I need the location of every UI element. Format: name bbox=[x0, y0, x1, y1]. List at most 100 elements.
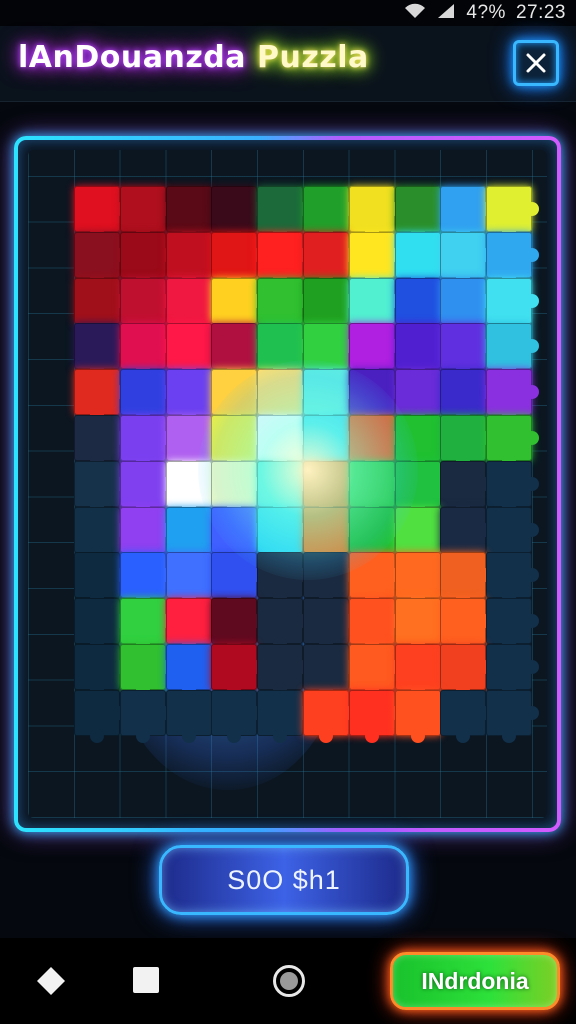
puzzle-piece[interactable] bbox=[486, 186, 540, 239]
close-button[interactable] bbox=[513, 40, 559, 86]
back-diamond-icon[interactable] bbox=[36, 966, 66, 996]
puzzle-piece[interactable] bbox=[486, 277, 540, 331]
puzzle-piece[interactable] bbox=[211, 323, 265, 377]
puzzle-piece[interactable] bbox=[211, 598, 265, 652]
puzzle-piece[interactable] bbox=[486, 369, 540, 423]
puzzle-piece[interactable] bbox=[348, 277, 402, 331]
puzzle-piece[interactable] bbox=[74, 186, 127, 239]
puzzle-piece[interactable] bbox=[257, 689, 311, 743]
puzzle-piece[interactable] bbox=[348, 186, 402, 239]
puzzle-piece[interactable] bbox=[486, 552, 540, 606]
puzzle-piece[interactable] bbox=[211, 689, 265, 743]
puzzle-piece[interactable] bbox=[165, 552, 219, 606]
puzzle-piece[interactable] bbox=[74, 689, 127, 743]
puzzle-piece[interactable] bbox=[165, 369, 219, 423]
puzzle-piece[interactable] bbox=[348, 644, 402, 697]
puzzle-piece[interactable] bbox=[165, 277, 219, 331]
puzzle-piece[interactable] bbox=[440, 415, 494, 468]
puzzle-piece[interactable] bbox=[119, 689, 173, 743]
puzzle-piece[interactable] bbox=[394, 277, 448, 331]
puzzle-piece[interactable] bbox=[303, 598, 356, 652]
puzzle-piece[interactable] bbox=[440, 369, 494, 423]
puzzle-piece[interactable] bbox=[74, 506, 127, 560]
puzzle-piece[interactable] bbox=[394, 369, 448, 423]
puzzle-piece[interactable] bbox=[486, 598, 540, 652]
puzzle-piece[interactable] bbox=[257, 277, 311, 331]
puzzle-piece[interactable] bbox=[119, 186, 173, 239]
puzzle-piece[interactable] bbox=[119, 277, 173, 331]
puzzle-piece[interactable] bbox=[211, 644, 265, 697]
puzzle-piece[interactable] bbox=[440, 552, 494, 606]
puzzle-piece[interactable] bbox=[394, 689, 448, 743]
puzzle-piece[interactable] bbox=[440, 460, 494, 514]
recent-circle-icon[interactable] bbox=[273, 965, 305, 997]
puzzle-piece[interactable] bbox=[348, 323, 402, 377]
puzzle-piece[interactable] bbox=[74, 415, 127, 468]
puzzle-piece[interactable] bbox=[119, 552, 173, 606]
score-pill-button[interactable]: S0O $h1 bbox=[159, 845, 409, 915]
puzzle-piece[interactable] bbox=[394, 552, 448, 606]
puzzle-piece[interactable] bbox=[165, 644, 219, 697]
puzzle-piece[interactable] bbox=[165, 323, 219, 377]
puzzle-piece[interactable] bbox=[165, 598, 219, 652]
puzzle-piece[interactable] bbox=[211, 231, 265, 285]
puzzle-piece[interactable] bbox=[119, 369, 173, 423]
puzzle-piece[interactable] bbox=[74, 644, 127, 697]
puzzle-piece[interactable] bbox=[257, 598, 311, 652]
puzzle-piece[interactable] bbox=[257, 186, 311, 239]
puzzle-piece[interactable] bbox=[486, 644, 540, 697]
puzzle-piece[interactable] bbox=[74, 598, 127, 652]
puzzle-piece[interactable] bbox=[74, 323, 127, 377]
puzzle-piece[interactable] bbox=[348, 231, 402, 285]
puzzle-piece[interactable] bbox=[257, 644, 311, 697]
puzzle-piece[interactable] bbox=[394, 644, 448, 697]
puzzle-piece[interactable] bbox=[440, 323, 494, 377]
puzzle-piece[interactable] bbox=[348, 689, 402, 743]
puzzle-piece[interactable] bbox=[394, 231, 448, 285]
puzzle-piece[interactable] bbox=[119, 231, 173, 285]
puzzle-piece[interactable] bbox=[440, 644, 494, 697]
puzzle-piece[interactable] bbox=[394, 598, 448, 652]
puzzle-piece[interactable] bbox=[74, 277, 127, 331]
puzzle-piece[interactable] bbox=[348, 598, 402, 652]
puzzle-piece[interactable] bbox=[303, 231, 356, 285]
puzzle-piece[interactable] bbox=[165, 506, 219, 560]
puzzle-piece[interactable] bbox=[165, 231, 219, 285]
puzzle-piece[interactable] bbox=[440, 231, 494, 285]
puzzle-piece[interactable] bbox=[74, 460, 127, 514]
puzzle-piece[interactable] bbox=[257, 231, 311, 285]
home-square-icon[interactable] bbox=[133, 967, 159, 993]
puzzle-piece[interactable] bbox=[211, 186, 265, 239]
puzzle-piece[interactable] bbox=[165, 186, 219, 239]
puzzle-piece[interactable] bbox=[74, 552, 127, 606]
action-button[interactable]: INdrdonia bbox=[390, 952, 560, 1010]
puzzle-piece[interactable] bbox=[440, 689, 494, 743]
puzzle-piece[interactable] bbox=[165, 689, 219, 743]
puzzle-piece[interactable] bbox=[303, 644, 356, 697]
puzzle-piece[interactable] bbox=[486, 689, 540, 743]
puzzle-piece[interactable] bbox=[119, 460, 173, 514]
puzzle-piece[interactable] bbox=[486, 323, 540, 377]
puzzle-piece[interactable] bbox=[119, 323, 173, 377]
puzzle-piece[interactable] bbox=[440, 506, 494, 560]
puzzle-piece[interactable] bbox=[119, 598, 173, 652]
puzzle-piece[interactable] bbox=[211, 277, 265, 331]
puzzle-piece[interactable] bbox=[486, 231, 540, 285]
puzzle-piece[interactable] bbox=[303, 689, 356, 743]
puzzle-piece[interactable] bbox=[119, 506, 173, 560]
puzzle-piece[interactable] bbox=[440, 277, 494, 331]
puzzle-piece[interactable] bbox=[440, 598, 494, 652]
puzzle-board[interactable] bbox=[28, 150, 547, 818]
puzzle-piece[interactable] bbox=[303, 277, 356, 331]
puzzle-piece[interactable] bbox=[119, 415, 173, 468]
puzzle-piece[interactable] bbox=[303, 186, 356, 239]
puzzle-piece[interactable] bbox=[394, 186, 448, 239]
puzzle-piece[interactable] bbox=[119, 644, 173, 697]
puzzle-piece[interactable] bbox=[440, 186, 494, 239]
puzzle-piece[interactable] bbox=[74, 369, 127, 423]
puzzle-piece[interactable] bbox=[486, 415, 540, 468]
puzzle-piece[interactable] bbox=[74, 231, 127, 285]
puzzle-piece[interactable] bbox=[486, 460, 540, 514]
puzzle-piece[interactable] bbox=[394, 323, 448, 377]
puzzle-piece[interactable] bbox=[486, 506, 540, 560]
